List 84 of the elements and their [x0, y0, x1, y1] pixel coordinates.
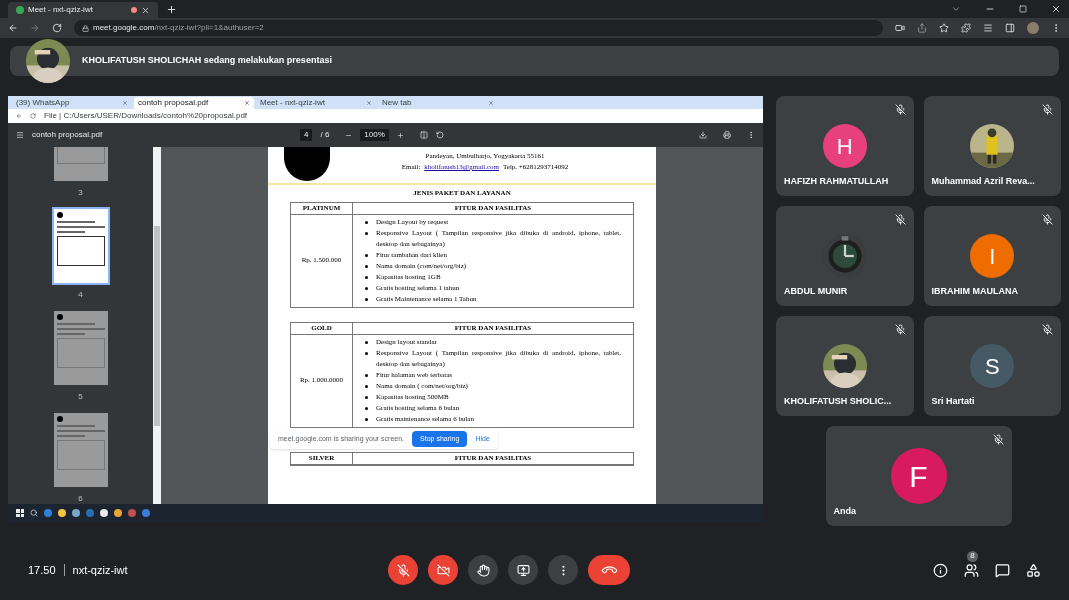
page-label: 3 — [78, 187, 83, 199]
more-options-button[interactable] — [548, 555, 578, 585]
search-icon[interactable] — [30, 509, 38, 517]
print-icon[interactable] — [723, 131, 731, 139]
bullet-icon — [365, 297, 368, 301]
reading-list-icon[interactable] — [983, 23, 993, 33]
participant-name: Muhammad Azril Reva... — [931, 174, 1035, 188]
leave-call-button[interactable] — [588, 555, 630, 585]
bullet-icon — [365, 373, 368, 377]
lock-icon[interactable] — [82, 24, 89, 32]
mic-button[interactable] — [388, 555, 418, 585]
page-thumbnail[interactable] — [53, 413, 108, 487]
bullet-icon — [365, 231, 368, 235]
participant-name: Anda — [833, 504, 856, 518]
camera-icon[interactable] — [895, 23, 905, 33]
profile-avatar[interactable] — [1027, 22, 1039, 34]
participant-name: ABDUL MUNIR — [784, 284, 848, 298]
raise-hand-button[interactable] — [468, 555, 498, 585]
page-label: 4 — [78, 289, 83, 301]
new-tab-icon[interactable] — [166, 3, 177, 15]
fit-page-icon[interactable] — [419, 131, 428, 139]
bullet-icon — [365, 384, 368, 388]
bullet-icon — [365, 351, 368, 355]
pdf-title: contoh proposal.pdf — [32, 129, 104, 141]
info-icon[interactable] — [933, 562, 948, 578]
redacted-logo — [284, 147, 330, 181]
avatar: S — [970, 344, 1015, 388]
chat-icon[interactable] — [995, 562, 1010, 578]
bullet-icon — [365, 253, 368, 257]
share-icon[interactable] — [917, 23, 927, 33]
close-window-icon[interactable] — [1051, 4, 1061, 14]
bullet-icon — [365, 275, 368, 279]
banner-text: KHOLIFATUSH SHOLICHAH sedang melakukan presentasi — [82, 54, 332, 68]
zoom-in-icon[interactable] — [396, 131, 404, 139]
avatar: H — [822, 124, 867, 168]
activities-icon[interactable] — [1026, 562, 1041, 578]
bullet-icon — [365, 264, 368, 268]
hand-icon — [476, 563, 490, 577]
menu-icon[interactable] — [747, 131, 755, 139]
meet-icon — [16, 6, 24, 14]
browser-tab[interactable]: Meet - nxt-qziz-iwt — [8, 2, 158, 18]
participant-name: IBRAHIM MAULANA — [931, 284, 1018, 298]
participant-name: KHOLIFATUSH SHOLIC... — [784, 394, 892, 408]
avatar: I — [970, 234, 1015, 278]
close-tab-icon[interactable] — [141, 5, 150, 15]
bullet-icon — [365, 417, 368, 421]
maximize-icon[interactable] — [1019, 5, 1027, 13]
bullet-icon — [365, 220, 368, 224]
bullet-icon — [365, 406, 368, 410]
bullet-icon — [365, 340, 368, 344]
page-number-field[interactable]: 4 — [300, 129, 313, 141]
page-thumbnail[interactable] — [53, 311, 108, 385]
camera-off-icon — [436, 563, 450, 577]
rotate-icon[interactable] — [435, 131, 444, 139]
zoom-field[interactable]: 100% — [360, 129, 389, 141]
bookmark-icon[interactable] — [939, 23, 949, 33]
page-label: 6 — [78, 493, 83, 504]
present-screen-icon — [516, 563, 530, 577]
participant-count-badge: 8 — [967, 550, 978, 562]
participant-name: HAFIZH RAHMATULLAH — [784, 174, 889, 188]
forward-icon[interactable] — [30, 23, 40, 33]
address-field[interactable]: meet.google.com/nxt-qziz-iwt?pli=1&authuser=2 — [74, 20, 883, 36]
page-label: 5 — [78, 391, 83, 403]
participant-name: Sri Hartati — [931, 394, 975, 408]
meeting-code: nxt-qziz-iwt — [72, 562, 128, 578]
page-thumbnail[interactable] — [53, 209, 108, 283]
bullet-icon — [365, 286, 368, 290]
page-total: / 6 — [320, 129, 330, 141]
tab-search-icon[interactable] — [951, 4, 961, 14]
meeting-time: 17.50 — [28, 562, 56, 578]
people-icon[interactable] — [964, 562, 979, 578]
bullet-icon — [365, 395, 368, 399]
browser-tab[interactable]: contoh proposal.pdf — [134, 97, 254, 109]
download-icon[interactable] — [699, 131, 707, 139]
present-button[interactable] — [508, 555, 538, 585]
sidebar-toggle-icon[interactable] — [16, 131, 24, 139]
back-icon[interactable] — [8, 23, 18, 33]
mic-muted-icon — [396, 563, 410, 577]
camera-button[interactable] — [428, 555, 458, 585]
close-tab-icon[interactable] — [244, 100, 250, 106]
side-panel-icon[interactable] — [1005, 23, 1015, 33]
start-icon[interactable] — [16, 509, 24, 517]
avatar: F — [890, 448, 947, 504]
extensions-icon[interactable] — [961, 23, 971, 33]
